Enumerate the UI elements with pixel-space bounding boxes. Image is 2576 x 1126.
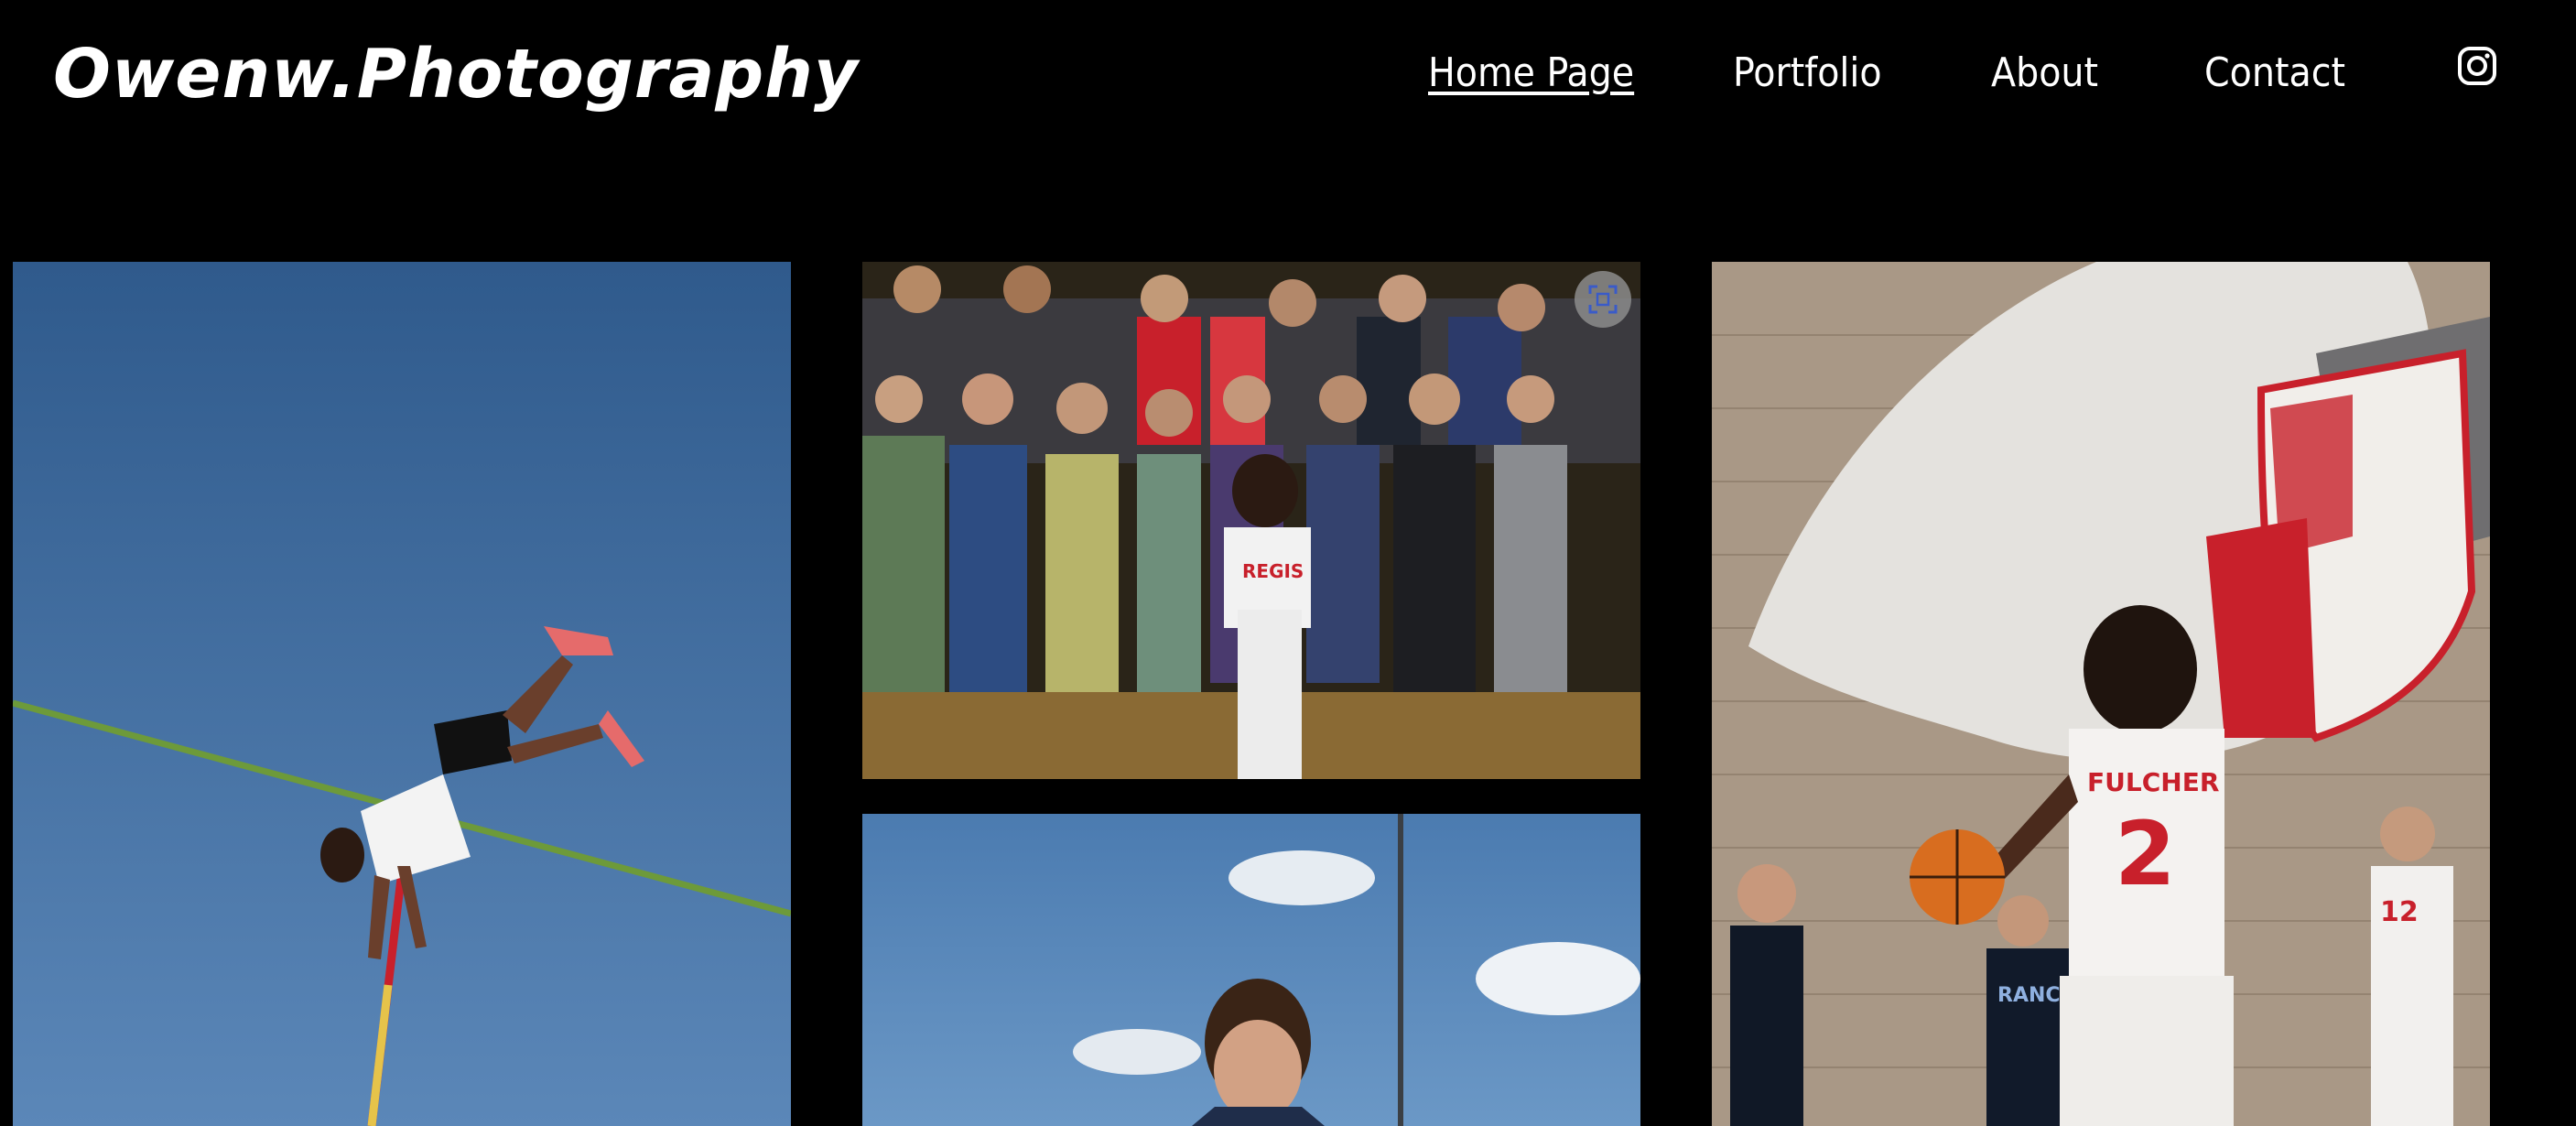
nav-portfolio[interactable]: Portfolio bbox=[1733, 46, 1882, 101]
instagram-icon[interactable] bbox=[2457, 46, 2497, 86]
svg-text:2: 2 bbox=[2115, 803, 2176, 905]
gallery-image-basketball-mural[interactable]: RANCH FULCHER 2 12 bbox=[1712, 262, 2490, 1126]
svg-text:FULCHER: FULCHER bbox=[2087, 767, 2219, 797]
svg-text:12: 12 bbox=[2380, 896, 2419, 928]
nav-about[interactable]: About bbox=[1991, 46, 2098, 101]
site-header: Owenw.Photography Home Page Portfolio Ab… bbox=[0, 0, 2576, 156]
expand-icon[interactable] bbox=[1575, 271, 1631, 328]
nav-contact[interactable]: Contact bbox=[2204, 46, 2345, 101]
gallery-image-student-section[interactable]: REGIS bbox=[862, 262, 1640, 779]
svg-text:REGIS: REGIS bbox=[1242, 560, 1304, 582]
site-logo[interactable]: Owenw.Photography bbox=[53, 33, 859, 115]
gallery-image-pole-vault[interactable] bbox=[13, 262, 791, 1126]
nav-home-page[interactable]: Home Page bbox=[1428, 46, 1634, 101]
gallery-image-outdoor-player[interactable] bbox=[862, 814, 1640, 1126]
